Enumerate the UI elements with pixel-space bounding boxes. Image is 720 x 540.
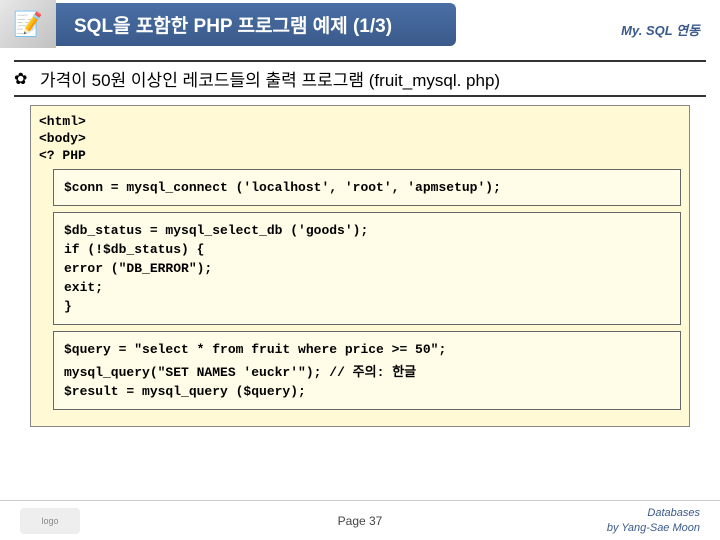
slide-title: SQL을 포함한 PHP 프로그램 예제 (1/3): [56, 3, 456, 46]
code-container: <html> <body> <? PHP $conn = mysql_conne…: [30, 105, 690, 427]
footer-line2: by Yang-Sae Moon: [607, 521, 700, 535]
code-line: $query = "select * from fruit where pric…: [64, 342, 670, 357]
code-line: <body>: [39, 131, 681, 146]
code-line: mysql_query("SET NAMES 'euckr'"); // 주의:…: [64, 361, 670, 380]
code-comment: // 주의: 한글: [329, 365, 416, 380]
subtitle-text: 가격이 50원 이상인 레코드들의 출력 프로그램 (fruit_mysql. …: [40, 66, 500, 91]
code-line: <html>: [39, 114, 681, 129]
corner-label: My. SQL 연동: [621, 20, 700, 39]
code-text: mysql_query("SET NAMES 'euckr'");: [64, 365, 321, 380]
code-block-selectdb: $db_status = mysql_select_db ('goods'); …: [53, 212, 681, 325]
code-block-connect: $conn = mysql_connect ('localhost', 'roo…: [53, 169, 681, 206]
slide-footer: logo Page 37 Databases by Yang-Sae Moon: [0, 500, 720, 540]
subtitle-row: ✿ 가격이 50원 이상인 레코드들의 출력 프로그램 (fruit_mysql…: [14, 60, 706, 97]
slide-header: 📝 SQL을 포함한 PHP 프로그램 예제 (1/3) My. SQL 연동: [0, 0, 720, 48]
code-line: <? PHP: [39, 148, 681, 163]
footer-credits: Databases by Yang-Sae Moon: [607, 506, 700, 535]
footer-logo: logo: [20, 508, 80, 534]
bullet-icon: ✿: [14, 69, 34, 89]
code-line: }: [64, 299, 670, 314]
header-icon: 📝: [0, 0, 56, 48]
code-line: $result = mysql_query ($query);: [64, 384, 670, 399]
footer-line1: Databases: [607, 506, 700, 520]
page-number: Page 37: [338, 514, 383, 528]
code-line: error ("DB_ERROR");: [64, 261, 670, 276]
code-line: exit;: [64, 280, 670, 295]
code-line: $db_status = mysql_select_db ('goods');: [64, 223, 670, 238]
code-line: $conn = mysql_connect ('localhost', 'roo…: [64, 180, 670, 195]
code-block-query: $query = "select * from fruit where pric…: [53, 331, 681, 410]
code-line: if (!$db_status) {: [64, 242, 670, 257]
